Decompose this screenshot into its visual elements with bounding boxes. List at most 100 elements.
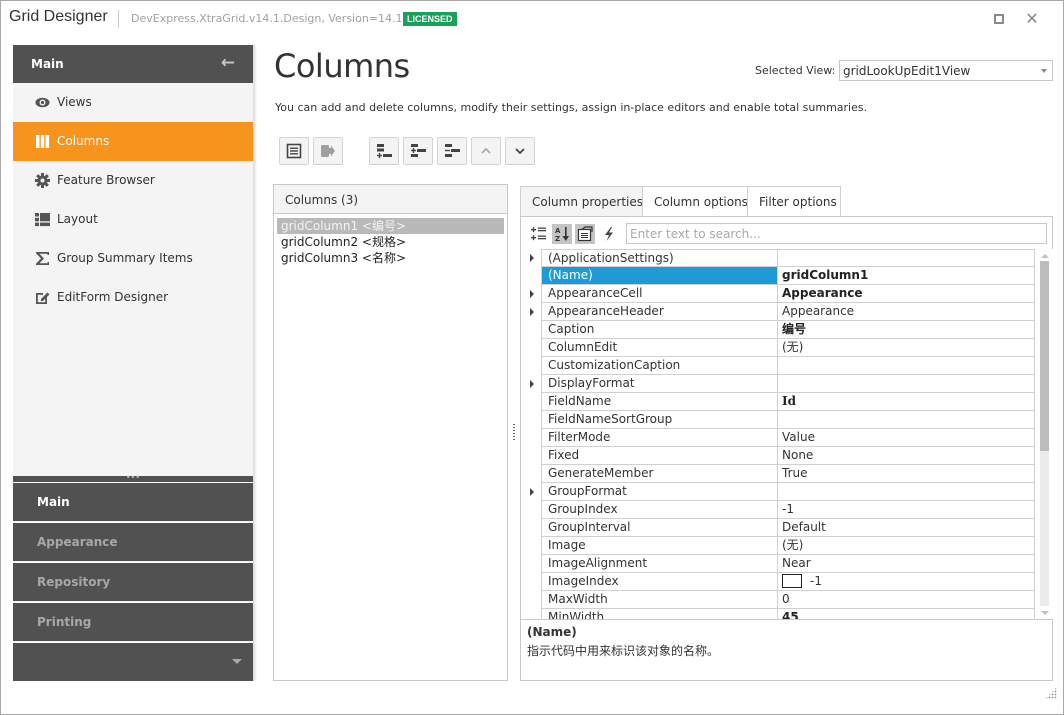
selected-view-dropdown[interactable]: gridLookUpEdit1View — [839, 60, 1053, 81]
insert-column-button[interactable] — [403, 137, 433, 165]
property-pages-button[interactable] — [575, 224, 595, 244]
scroll-up-icon[interactable] — [1041, 254, 1049, 258]
property-row[interactable]: GroupIndex -1 — [521, 501, 1037, 519]
property-value[interactable] — [778, 411, 1035, 429]
selected-view-label: Selected View: — [755, 64, 836, 77]
move-up-button[interactable] — [471, 137, 501, 165]
property-grid-panel: AZ (ApplicationSettings)(Name)gridColumn… — [520, 216, 1053, 681]
property-value[interactable] — [778, 357, 1035, 375]
property-value[interactable]: -1 — [778, 501, 1035, 519]
property-value-text: -1 — [810, 574, 822, 588]
property-row[interactable]: AppearanceHeader Appearance — [521, 303, 1037, 321]
tab-label: Column properties — [532, 195, 644, 209]
retrieve-fields-button[interactable] — [313, 137, 343, 165]
property-value[interactable]: Default — [778, 519, 1035, 537]
expand-arrow-icon[interactable] — [530, 380, 534, 388]
remove-column-button[interactable] — [437, 137, 467, 165]
property-value[interactable] — [778, 375, 1035, 393]
sidebar-item-group-summary-items[interactable]: Group Summary Items — [13, 239, 253, 278]
sidebar-overflow-button[interactable] — [13, 642, 253, 681]
property-row[interactable]: CustomizationCaption — [521, 357, 1037, 375]
property-name: GroupInterval — [541, 519, 778, 537]
column-list-item[interactable]: gridColumn3 <名称> — [277, 250, 504, 266]
property-value[interactable]: Near — [778, 555, 1035, 573]
sidebar-group-main[interactable]: Main — [13, 482, 253, 521]
sidebar-item-columns[interactable]: Columns — [13, 122, 253, 161]
property-search-input[interactable] — [626, 223, 1047, 244]
close-button[interactable]: ✕ — [1024, 11, 1040, 27]
property-row[interactable]: DisplayFormat — [521, 375, 1037, 393]
property-row[interactable]: GroupInterval Default — [521, 519, 1037, 537]
expand-arrow-icon[interactable] — [530, 308, 534, 316]
alphabetical-button[interactable]: AZ — [552, 224, 572, 244]
tab-filter-options[interactable]: Filter options — [747, 186, 841, 217]
maximize-button[interactable] — [991, 11, 1007, 27]
property-row[interactable]: ImageAlignment Near — [521, 555, 1037, 573]
tab-column-properties[interactable]: Column properties — [520, 186, 643, 218]
property-value[interactable]: -1 — [778, 573, 1035, 591]
property-row[interactable]: (Name) gridColumn1 — [521, 267, 1037, 285]
show-field-list-button[interactable] — [279, 137, 309, 165]
sidebar-group-repository[interactable]: Repository — [13, 562, 253, 601]
scroll-thumb[interactable] — [1040, 261, 1049, 451]
property-row[interactable]: MinWidth 45 — [521, 609, 1037, 619]
edit-form-icon — [35, 290, 50, 305]
property-row[interactable]: AppearanceCell Appearance — [521, 285, 1037, 303]
back-arrow-icon[interactable]: ← — [221, 54, 235, 72]
property-value[interactable]: None — [778, 447, 1035, 465]
property-value[interactable]: 0 — [778, 591, 1035, 609]
property-value[interactable] — [778, 249, 1035, 267]
categorized-button[interactable] — [529, 224, 549, 244]
property-row[interactable]: ImageIndex -1 — [521, 573, 1037, 591]
property-row[interactable]: FieldNameSortGroup — [521, 411, 1037, 429]
property-value[interactable]: 45 — [778, 609, 1035, 619]
column-list-item[interactable]: gridColumn1 <编号> — [277, 218, 504, 234]
expand-arrow-icon[interactable] — [530, 488, 534, 496]
resize-grip[interactable] — [1045, 687, 1057, 699]
sidebar-item-feature-browser[interactable]: Feature Browser — [13, 161, 253, 200]
property-row[interactable]: GroupFormat — [521, 483, 1037, 501]
property-value[interactable]: True — [778, 465, 1035, 483]
sidebar-group-appearance[interactable]: Appearance — [13, 522, 253, 561]
property-value[interactable]: 编号 — [778, 321, 1035, 339]
selected-view-value: gridLookUpEdit1View — [843, 64, 971, 78]
property-row[interactable]: FieldName Id — [521, 393, 1037, 411]
property-name: Fixed — [541, 447, 778, 465]
scroll-down-icon[interactable] — [1041, 611, 1049, 615]
panel-splitter[interactable] — [511, 184, 517, 681]
svg-text:A: A — [555, 227, 561, 235]
property-value[interactable]: (无) — [778, 339, 1035, 357]
property-row[interactable]: Caption 编号 — [521, 321, 1037, 339]
sidebar-item-layout[interactable]: Layout — [13, 200, 253, 239]
property-row[interactable]: (ApplicationSettings) — [521, 249, 1037, 267]
move-down-button[interactable] — [505, 137, 535, 165]
sidebar-item-editform-designer[interactable]: EditForm Designer — [13, 278, 253, 317]
property-row[interactable]: GenerateMember True — [521, 465, 1037, 483]
tab-column-options[interactable]: Column options — [642, 186, 748, 217]
column-list-item[interactable]: gridColumn2 <规格> — [277, 234, 504, 250]
property-row[interactable]: MaxWidth 0 — [521, 591, 1037, 609]
property-value[interactable]: Id — [778, 393, 1035, 411]
property-name: DisplayFormat — [541, 375, 778, 393]
property-value[interactable]: Appearance — [778, 303, 1035, 321]
property-description-panel: (Name) 指示代码中用来标识该对象的名称。 — [521, 619, 1052, 680]
property-row[interactable]: Fixed None — [521, 447, 1037, 465]
sidebar-item-label: Views — [57, 95, 92, 109]
expand-arrow-icon[interactable] — [530, 254, 534, 262]
expand-arrow-icon[interactable] — [530, 290, 534, 298]
licensed-badge: LICENSED — [403, 12, 457, 26]
sidebar-group-printing[interactable]: Printing — [13, 602, 253, 641]
property-value[interactable]: (无) — [778, 537, 1035, 555]
property-row[interactable]: FilterMode Value — [521, 429, 1037, 447]
property-value[interactable]: gridColumn1 — [778, 267, 1035, 285]
property-value[interactable] — [778, 483, 1035, 501]
sidebar-item-views[interactable]: Views — [13, 83, 253, 122]
add-column-button[interactable] — [369, 137, 399, 165]
property-value[interactable]: Appearance — [778, 285, 1035, 303]
property-value[interactable]: Value — [778, 429, 1035, 447]
property-row[interactable]: ColumnEdit (无) — [521, 339, 1037, 357]
scroll-track[interactable] — [1040, 261, 1049, 606]
property-row[interactable]: Image (无) — [521, 537, 1037, 555]
events-button[interactable] — [599, 224, 619, 244]
property-grid-scrollbar[interactable] — [1037, 249, 1053, 619]
